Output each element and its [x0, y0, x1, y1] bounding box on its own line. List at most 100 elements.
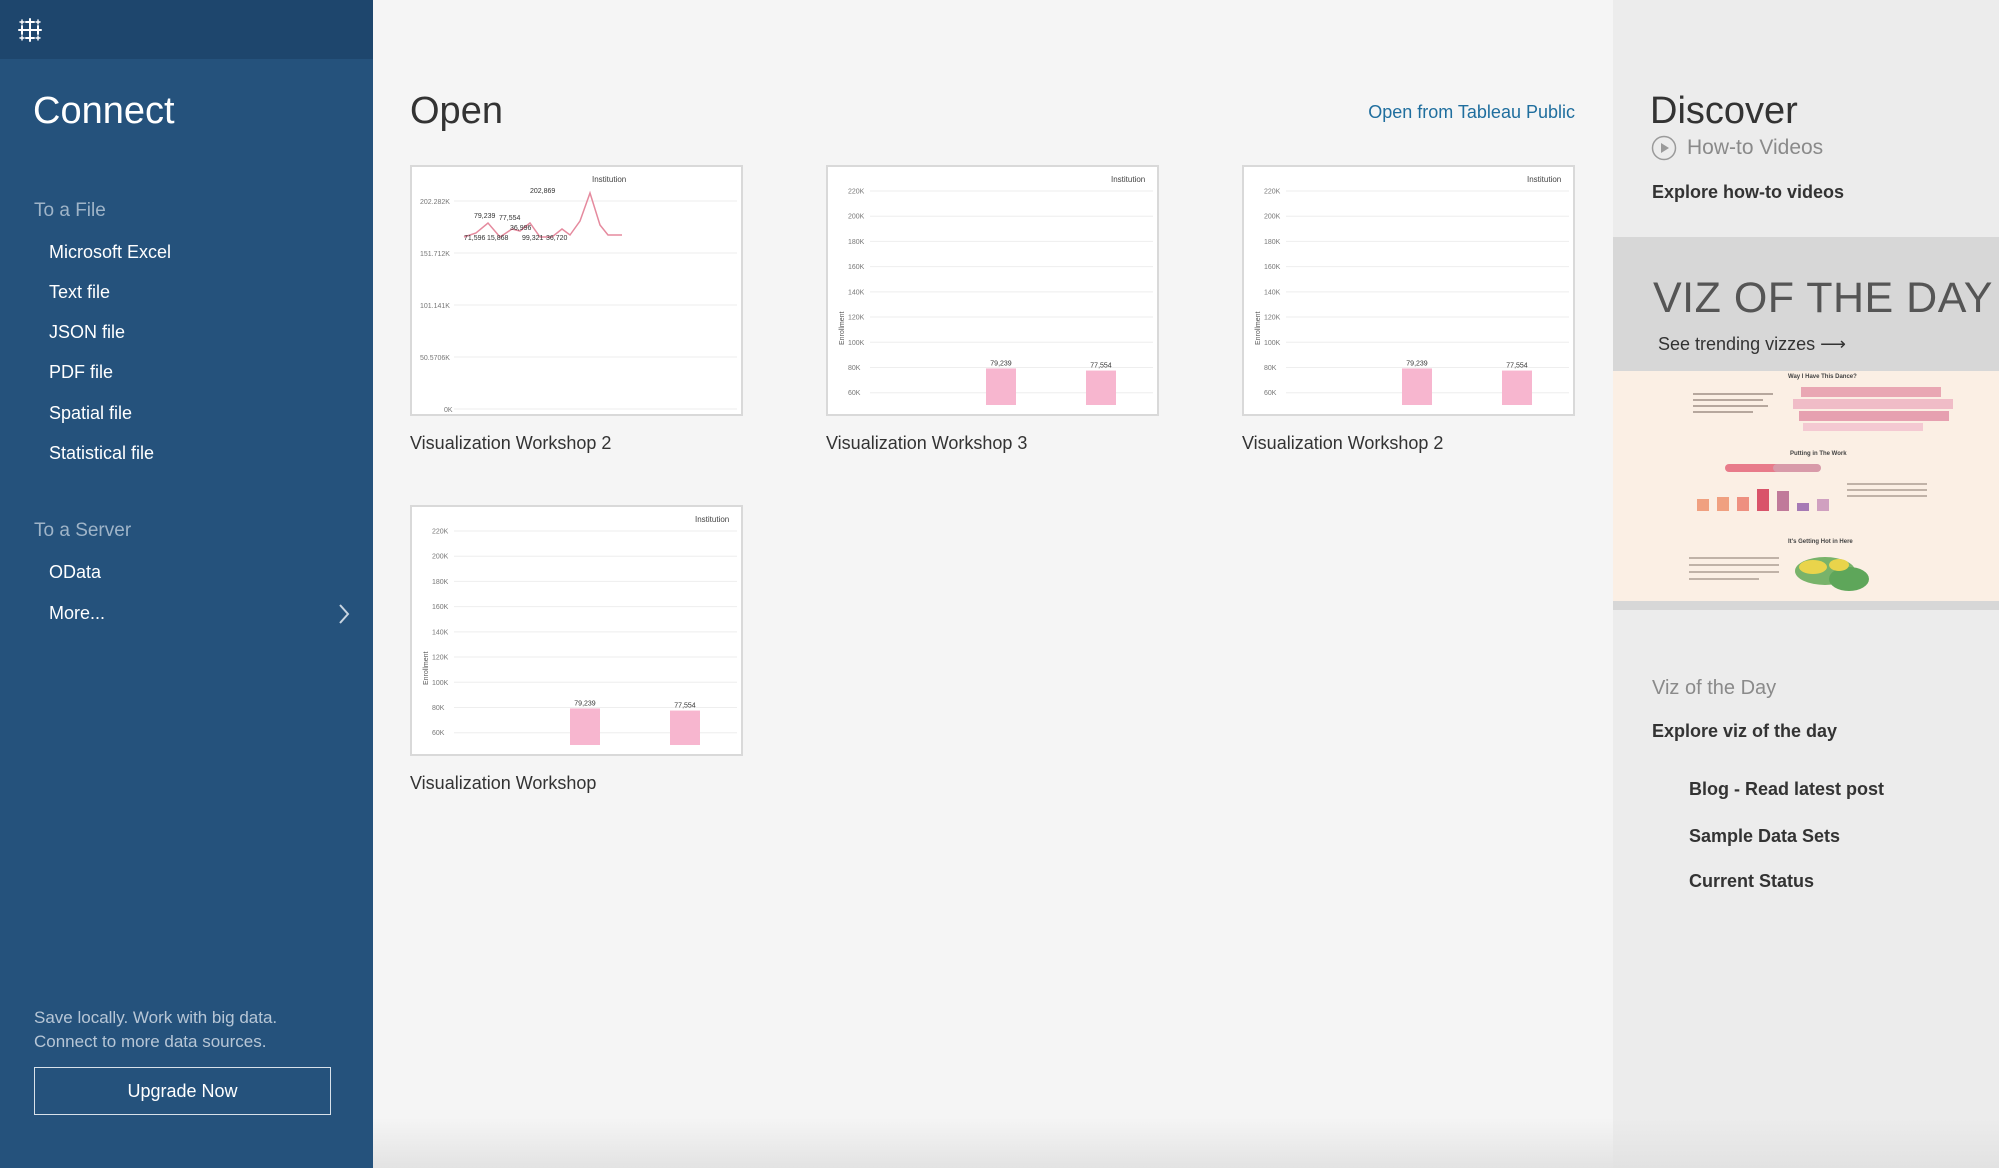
play-circle-icon[interactable] [1651, 135, 1677, 161]
thumb-ylabel: Enrollment [1255, 311, 1262, 345]
ytick: 101.141K [420, 303, 450, 310]
explore-viz-of-the-day-link[interactable]: Explore viz of the day [1652, 721, 1837, 742]
ytick: 0K [444, 407, 453, 414]
ytick: 100K [432, 680, 449, 687]
blog-latest-post-link[interactable]: Blog - Read latest post [1689, 779, 1884, 800]
thumb-legend: Institution [592, 175, 626, 184]
connect-odata[interactable]: OData [49, 562, 101, 583]
ytick: 140K [432, 629, 449, 636]
thumb-ylabel: Enrollment [423, 651, 430, 685]
workbook-thumbnail[interactable]: Institution Enrollment 220K 200K 180K 160K 140… [1242, 165, 1575, 416]
to-a-server-heading: To a Server [34, 520, 132, 541]
viz-preview: Way I Have This Dance? Putting in The Wo… [1689, 374, 1953, 591]
ytick: 50.5706K [420, 355, 450, 362]
connect-sidebar: Connect To a File Microsoft Excel Text f… [0, 0, 373, 1168]
sample-data-sets-link[interactable]: Sample Data Sets [1689, 826, 1840, 847]
explore-how-to-videos-link[interactable]: Explore how-to videos [1652, 182, 1844, 203]
workbook-name[interactable]: Visualization Workshop 2 [1242, 433, 1575, 454]
upgrade-now-button[interactable]: Upgrade Now [34, 1067, 331, 1115]
ytick: 220K [848, 189, 865, 196]
tableau-logo-icon[interactable] [16, 16, 44, 44]
data-label: 36,720 [546, 235, 568, 242]
ytick: 160K [432, 604, 449, 611]
workbook-name[interactable]: Visualization Workshop 2 [410, 433, 743, 454]
ytick: 200K [1264, 214, 1281, 221]
connect-microsoft-excel[interactable]: Microsoft Excel [49, 242, 171, 263]
bar-label: 77,554 [1090, 363, 1112, 370]
line-chart-thumbnail: Institution 202.282K 151.712K 101.141K 5… [420, 175, 737, 414]
data-label: 202,869 [530, 188, 555, 195]
viz-of-the-day-title: VIZ OF THE DAY [1653, 274, 1993, 322]
ytick: 80K [432, 705, 445, 712]
bar-label: 77,554 [674, 703, 696, 710]
ytick: 200K [432, 554, 449, 561]
ytick: 220K [432, 529, 449, 536]
ytick: 80K [848, 365, 861, 372]
connect-spatial-file[interactable]: Spatial file [49, 403, 132, 424]
thumb-legend: Institution [695, 515, 729, 524]
sidebar-topbar [0, 0, 373, 59]
see-trending-vizzes-link[interactable]: See trending vizzes ⟶ [1658, 334, 1846, 355]
connect-title: Connect [33, 90, 175, 132]
ytick: 160K [848, 264, 865, 271]
bar [670, 710, 700, 745]
bar [570, 708, 600, 745]
data-label: 71,596 [464, 235, 486, 242]
discover-panel: Discover How-to Videos Explore how-to vi… [1613, 0, 1999, 1168]
viz-section-2: Putting in The Work [1790, 451, 1847, 457]
ytick: 60K [848, 390, 861, 397]
upgrade-promo-text: Save locally. Work with big data. Connec… [34, 1006, 334, 1054]
promo-line-2: Connect to more data sources. [34, 1032, 267, 1051]
how-to-videos-heading: How-to Videos [1687, 136, 1824, 159]
ytick: 180K [848, 239, 865, 246]
workbook-thumbnail[interactable]: Institution Enrollment 220K 200K 180K 160K 140… [826, 165, 1159, 416]
connect-more[interactable]: More... [49, 603, 105, 624]
current-status-link[interactable]: Current Status [1689, 871, 1814, 892]
thumb-ylabel: Enrollment [839, 311, 846, 345]
open-from-tableau-public-link[interactable]: Open from Tableau Public [1368, 102, 1575, 123]
open-panel: Open Open from Tableau Public Institutio… [373, 0, 1613, 1168]
ytick: 140K [1264, 289, 1281, 296]
bottom-fade [373, 1118, 1999, 1168]
ytick: 120K [432, 655, 449, 662]
ytick: 60K [432, 730, 445, 737]
viz-section-3: It's Getting Hot in Here [1788, 539, 1853, 545]
ytick: 120K [848, 315, 865, 322]
workbook-card[interactable]: Institution 202.282K 151.712K 101.141K 5… [410, 165, 743, 454]
discover-title: Discover [1650, 90, 1798, 132]
workbook-name[interactable]: Visualization Workshop [410, 773, 743, 794]
connect-json-file[interactable]: JSON file [49, 322, 125, 343]
ytick: 120K [1264, 315, 1281, 322]
ytick: 160K [1264, 264, 1281, 271]
data-label: 79,239 [474, 213, 496, 220]
bar-label: 79,239 [1406, 360, 1428, 367]
workbook-card[interactable]: Institution Enrollment 220K 200K 180K 160K 140… [1242, 165, 1575, 454]
bar [1086, 370, 1116, 405]
thumb-legend: Institution [1527, 175, 1561, 184]
bar [1402, 368, 1432, 405]
workbook-name[interactable]: Visualization Workshop 3 [826, 433, 1159, 454]
connect-statistical-file[interactable]: Statistical file [49, 443, 154, 464]
connect-text-file[interactable]: Text file [49, 282, 110, 303]
workbook-thumbnail[interactable]: Institution 202.282K 151.712K 101.141K 5… [410, 165, 743, 416]
workbook-thumbnail[interactable]: Institution Enrollment 220K 200K 180K 160K 140… [410, 505, 743, 756]
chevron-right-icon[interactable] [337, 602, 351, 626]
bar-label: 79,239 [574, 700, 596, 707]
ytick: 220K [1264, 189, 1281, 196]
workbook-card[interactable]: Institution Enrollment 220K 200K 180K 160K 140… [410, 505, 743, 794]
bar [986, 368, 1016, 405]
data-label: 77,554 [499, 215, 521, 222]
bar-chart-thumbnail: Institution Enrollment 220K 200K 180K 160K 140… [423, 515, 737, 745]
data-label: 99,321 [522, 235, 544, 242]
ytick: 151.712K [420, 251, 450, 258]
to-a-file-heading: To a File [34, 200, 106, 221]
workbook-card[interactable]: Institution Enrollment 220K 200K 180K 160K 140… [826, 165, 1159, 454]
bar [1502, 370, 1532, 405]
bar-chart-thumbnail: Institution Enrollment 220K 200K 180K 160K 140… [839, 175, 1153, 405]
viz-of-the-day-image[interactable]: Way I Have This Dance? Putting in The Wo… [1613, 371, 1999, 601]
viz-of-the-day-heading: Viz of the Day [1652, 677, 1777, 699]
connect-pdf-file[interactable]: PDF file [49, 362, 113, 383]
promo-line-1: Save locally. Work with big data. [34, 1008, 278, 1027]
how-to-videos-row[interactable]: How-to Videos [1651, 135, 1823, 161]
ytick: 140K [848, 289, 865, 296]
